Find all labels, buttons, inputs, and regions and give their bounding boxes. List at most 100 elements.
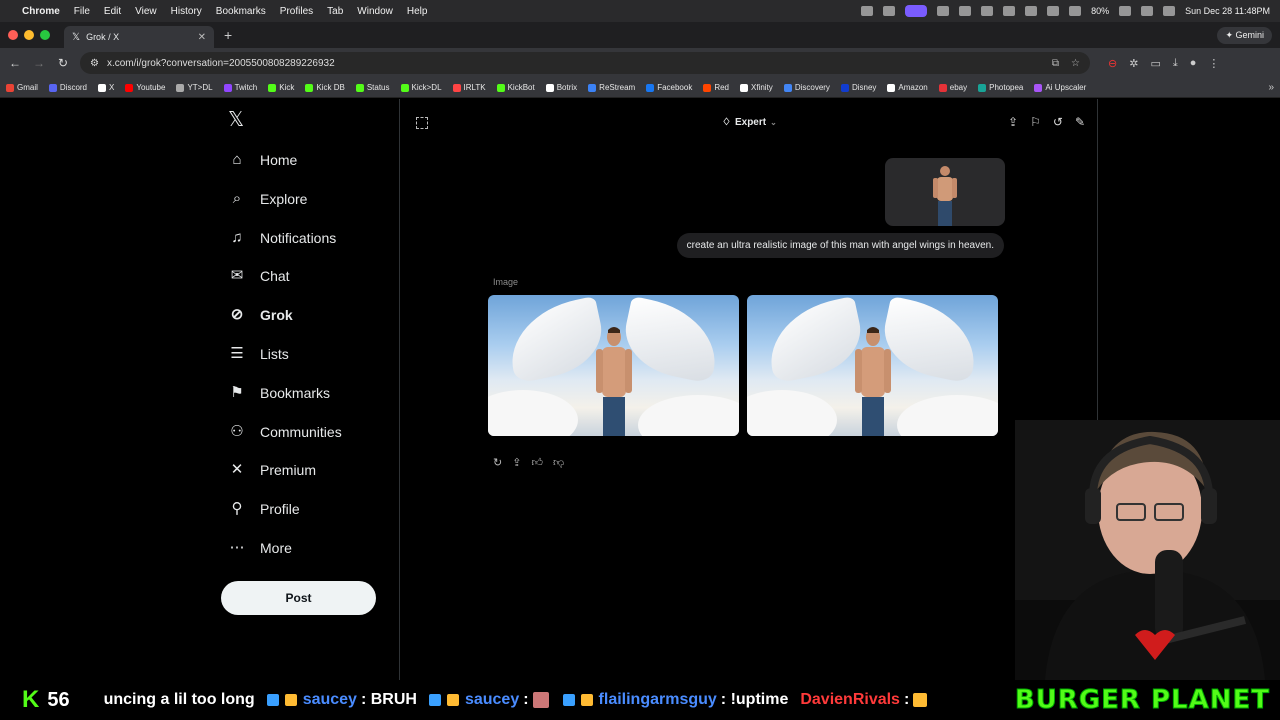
address-bar[interactable]: ⚙ x.com/i/grok?conversation=200550080828… <box>80 52 1090 74</box>
thumbs-up-icon[interactable]: 👍︎ <box>531 456 543 469</box>
bookmark-item[interactable]: Kick>DL <box>400 83 442 92</box>
sidebar-item-grok[interactable]: ⊘ Grok <box>228 300 293 330</box>
menu-edit[interactable]: Edit <box>104 6 121 17</box>
reload-icon[interactable]: ↻ <box>56 56 70 70</box>
menu-clock[interactable]: Sun Dec 28 11:48PM <box>1185 6 1270 16</box>
download-icon[interactable]: ⤓ <box>1173 57 1178 70</box>
install-app-icon[interactable]: ⧉ <box>1052 58 1059 69</box>
bookmark-item[interactable]: Status <box>355 83 390 92</box>
thumbs-down-icon[interactable]: 👎︎ <box>553 456 564 469</box>
sidebar-item-chat[interactable]: ✉ Chat <box>228 261 290 291</box>
sidebar-item-lists[interactable]: ☰ Lists <box>228 339 289 369</box>
control-center-icon[interactable] <box>1163 6 1176 16</box>
sidebar-item-label: Home <box>260 152 298 168</box>
chrome-menu-icon[interactable]: ⋮ <box>1208 57 1219 70</box>
menu-file[interactable]: File <box>74 6 90 17</box>
status-app-icon[interactable] <box>937 6 950 16</box>
menu-help[interactable]: Help <box>407 6 428 17</box>
menu-profiles[interactable]: Profiles <box>280 6 313 17</box>
regenerate-icon[interactable]: ↻ <box>493 456 502 469</box>
bookmark-label: Discovery <box>794 83 830 92</box>
uploaded-photo[interactable] <box>885 158 1005 226</box>
bookmark-item[interactable]: Gmail <box>6 83 38 92</box>
generated-image[interactable] <box>747 295 998 436</box>
bookmark-item[interactable]: X <box>98 83 114 92</box>
bookmark-icon[interactable]: ⚐ <box>1030 115 1041 129</box>
bookmark-item[interactable]: Disney <box>840 83 876 92</box>
bookmark-item[interactable]: YT>DL <box>176 83 213 92</box>
menu-view[interactable]: View <box>135 6 157 17</box>
sidebar-item-notifications[interactable]: ♫ Notifications <box>228 223 336 253</box>
bookmark-item[interactable]: ReStream <box>588 83 635 92</box>
play-icon[interactable] <box>959 6 972 16</box>
bookmark-favicon-icon <box>48 83 57 92</box>
profile-avatar-icon[interactable]: ● <box>1190 57 1197 70</box>
cloud <box>747 390 837 436</box>
share-icon[interactable]: ⇪ <box>1008 115 1018 129</box>
display-icon[interactable] <box>1003 6 1016 16</box>
menu-history[interactable]: History <box>171 6 202 17</box>
sidebar-item-premium[interactable]: ✕ Premium <box>228 455 316 485</box>
generated-image[interactable] <box>488 295 739 436</box>
status-app-icon[interactable] <box>883 6 896 16</box>
browser-tab-active[interactable]: 𝕏 Grok / X ✕ <box>64 26 214 48</box>
sidebar-item-profile[interactable]: ⚲ Profile <box>228 494 300 524</box>
bookmark-item[interactable]: ebay <box>938 83 967 92</box>
bluetooth-icon[interactable] <box>1047 6 1060 16</box>
bookmark-star-icon[interactable]: ☆ <box>1071 58 1080 69</box>
bookmark-item[interactable]: Red <box>703 83 729 92</box>
model-mode-selector[interactable]: ♢ Expert ⌄ <box>722 117 777 128</box>
share-icon[interactable]: ⇪ <box>512 456 521 469</box>
bookmark-item[interactable]: Botrix <box>545 83 577 92</box>
bookmark-item[interactable]: KickBot <box>496 83 535 92</box>
bookmark-item[interactable]: Kick <box>268 83 294 92</box>
sidebar-item-explore[interactable]: ⌕ Explore <box>228 184 308 214</box>
sidebar-item-communities[interactable]: ⚇ Communities <box>228 417 341 447</box>
zoom-window-button[interactable] <box>40 30 50 40</box>
new-chat-icon[interactable]: ✎ <box>1075 115 1085 129</box>
bookmark-item[interactable]: Xfinity <box>740 83 773 92</box>
forward-icon[interactable]: → <box>32 56 46 70</box>
menu-app-name[interactable]: Chrome <box>22 6 60 17</box>
close-window-button[interactable] <box>8 30 18 40</box>
bookmark-item[interactable]: Photopea <box>978 83 1023 92</box>
menu-tab[interactable]: Tab <box>327 6 343 17</box>
bookmark-item[interactable]: Amazon <box>887 83 928 92</box>
minimize-window-button[interactable] <box>24 30 34 40</box>
bookmarks-overflow-icon[interactable]: » <box>1268 82 1274 93</box>
status-app-icon[interactable] <box>905 5 928 17</box>
extension-icon[interactable]: ⊖ <box>1108 57 1117 70</box>
bookmark-item[interactable]: Youtube <box>125 83 165 92</box>
menu-bookmarks[interactable]: Bookmarks <box>216 6 266 17</box>
url-text[interactable]: x.com/i/grok?conversation=20055008082892… <box>107 58 335 69</box>
spotlight-search-icon[interactable] <box>1141 6 1154 16</box>
bookmark-item[interactable]: Twitch <box>223 83 257 92</box>
menu-window[interactable]: Window <box>357 6 393 17</box>
x-logo-icon[interactable]: 𝕏 <box>228 107 244 131</box>
bookmark-item[interactable]: Discord <box>48 83 87 92</box>
bookmark-item[interactable]: IRLTK <box>452 83 486 92</box>
back-icon[interactable]: ← <box>8 56 22 70</box>
sidebar-item-more[interactable]: ⋯ More <box>228 533 292 563</box>
expand-icon[interactable] <box>416 117 428 129</box>
bookmark-item[interactable]: Discovery <box>783 83 830 92</box>
bookmark-item[interactable]: Facebook <box>646 83 692 92</box>
sidebar-item-bookmarks[interactable]: ⚑ Bookmarks <box>228 378 330 408</box>
side-panel-icon[interactable]: ▭ <box>1150 57 1160 70</box>
history-icon[interactable]: ↺ <box>1053 115 1063 129</box>
close-tab-icon[interactable]: ✕ <box>198 32 206 43</box>
extensions-puzzle-icon[interactable]: ✲ <box>1129 57 1138 70</box>
screen-icon[interactable] <box>1025 6 1038 16</box>
bookmark-item[interactable]: Ai Upscaler <box>1034 83 1086 92</box>
site-info-icon[interactable]: ⚙ <box>90 58 99 69</box>
wifi-icon[interactable] <box>1069 6 1082 16</box>
status-app-icon[interactable] <box>861 6 874 16</box>
volume-icon[interactable] <box>981 6 994 16</box>
bookmark-item[interactable]: Kick DB <box>305 83 345 92</box>
gemini-button[interactable]: ✦ Gemini <box>1217 26 1272 44</box>
battery-icon[interactable] <box>1119 6 1132 16</box>
new-tab-icon[interactable]: + <box>224 27 232 43</box>
post-button[interactable]: Post <box>221 581 376 615</box>
sidebar-item-home[interactable]: ⌂ Home <box>228 145 297 175</box>
ticker-text: : <box>523 691 529 708</box>
